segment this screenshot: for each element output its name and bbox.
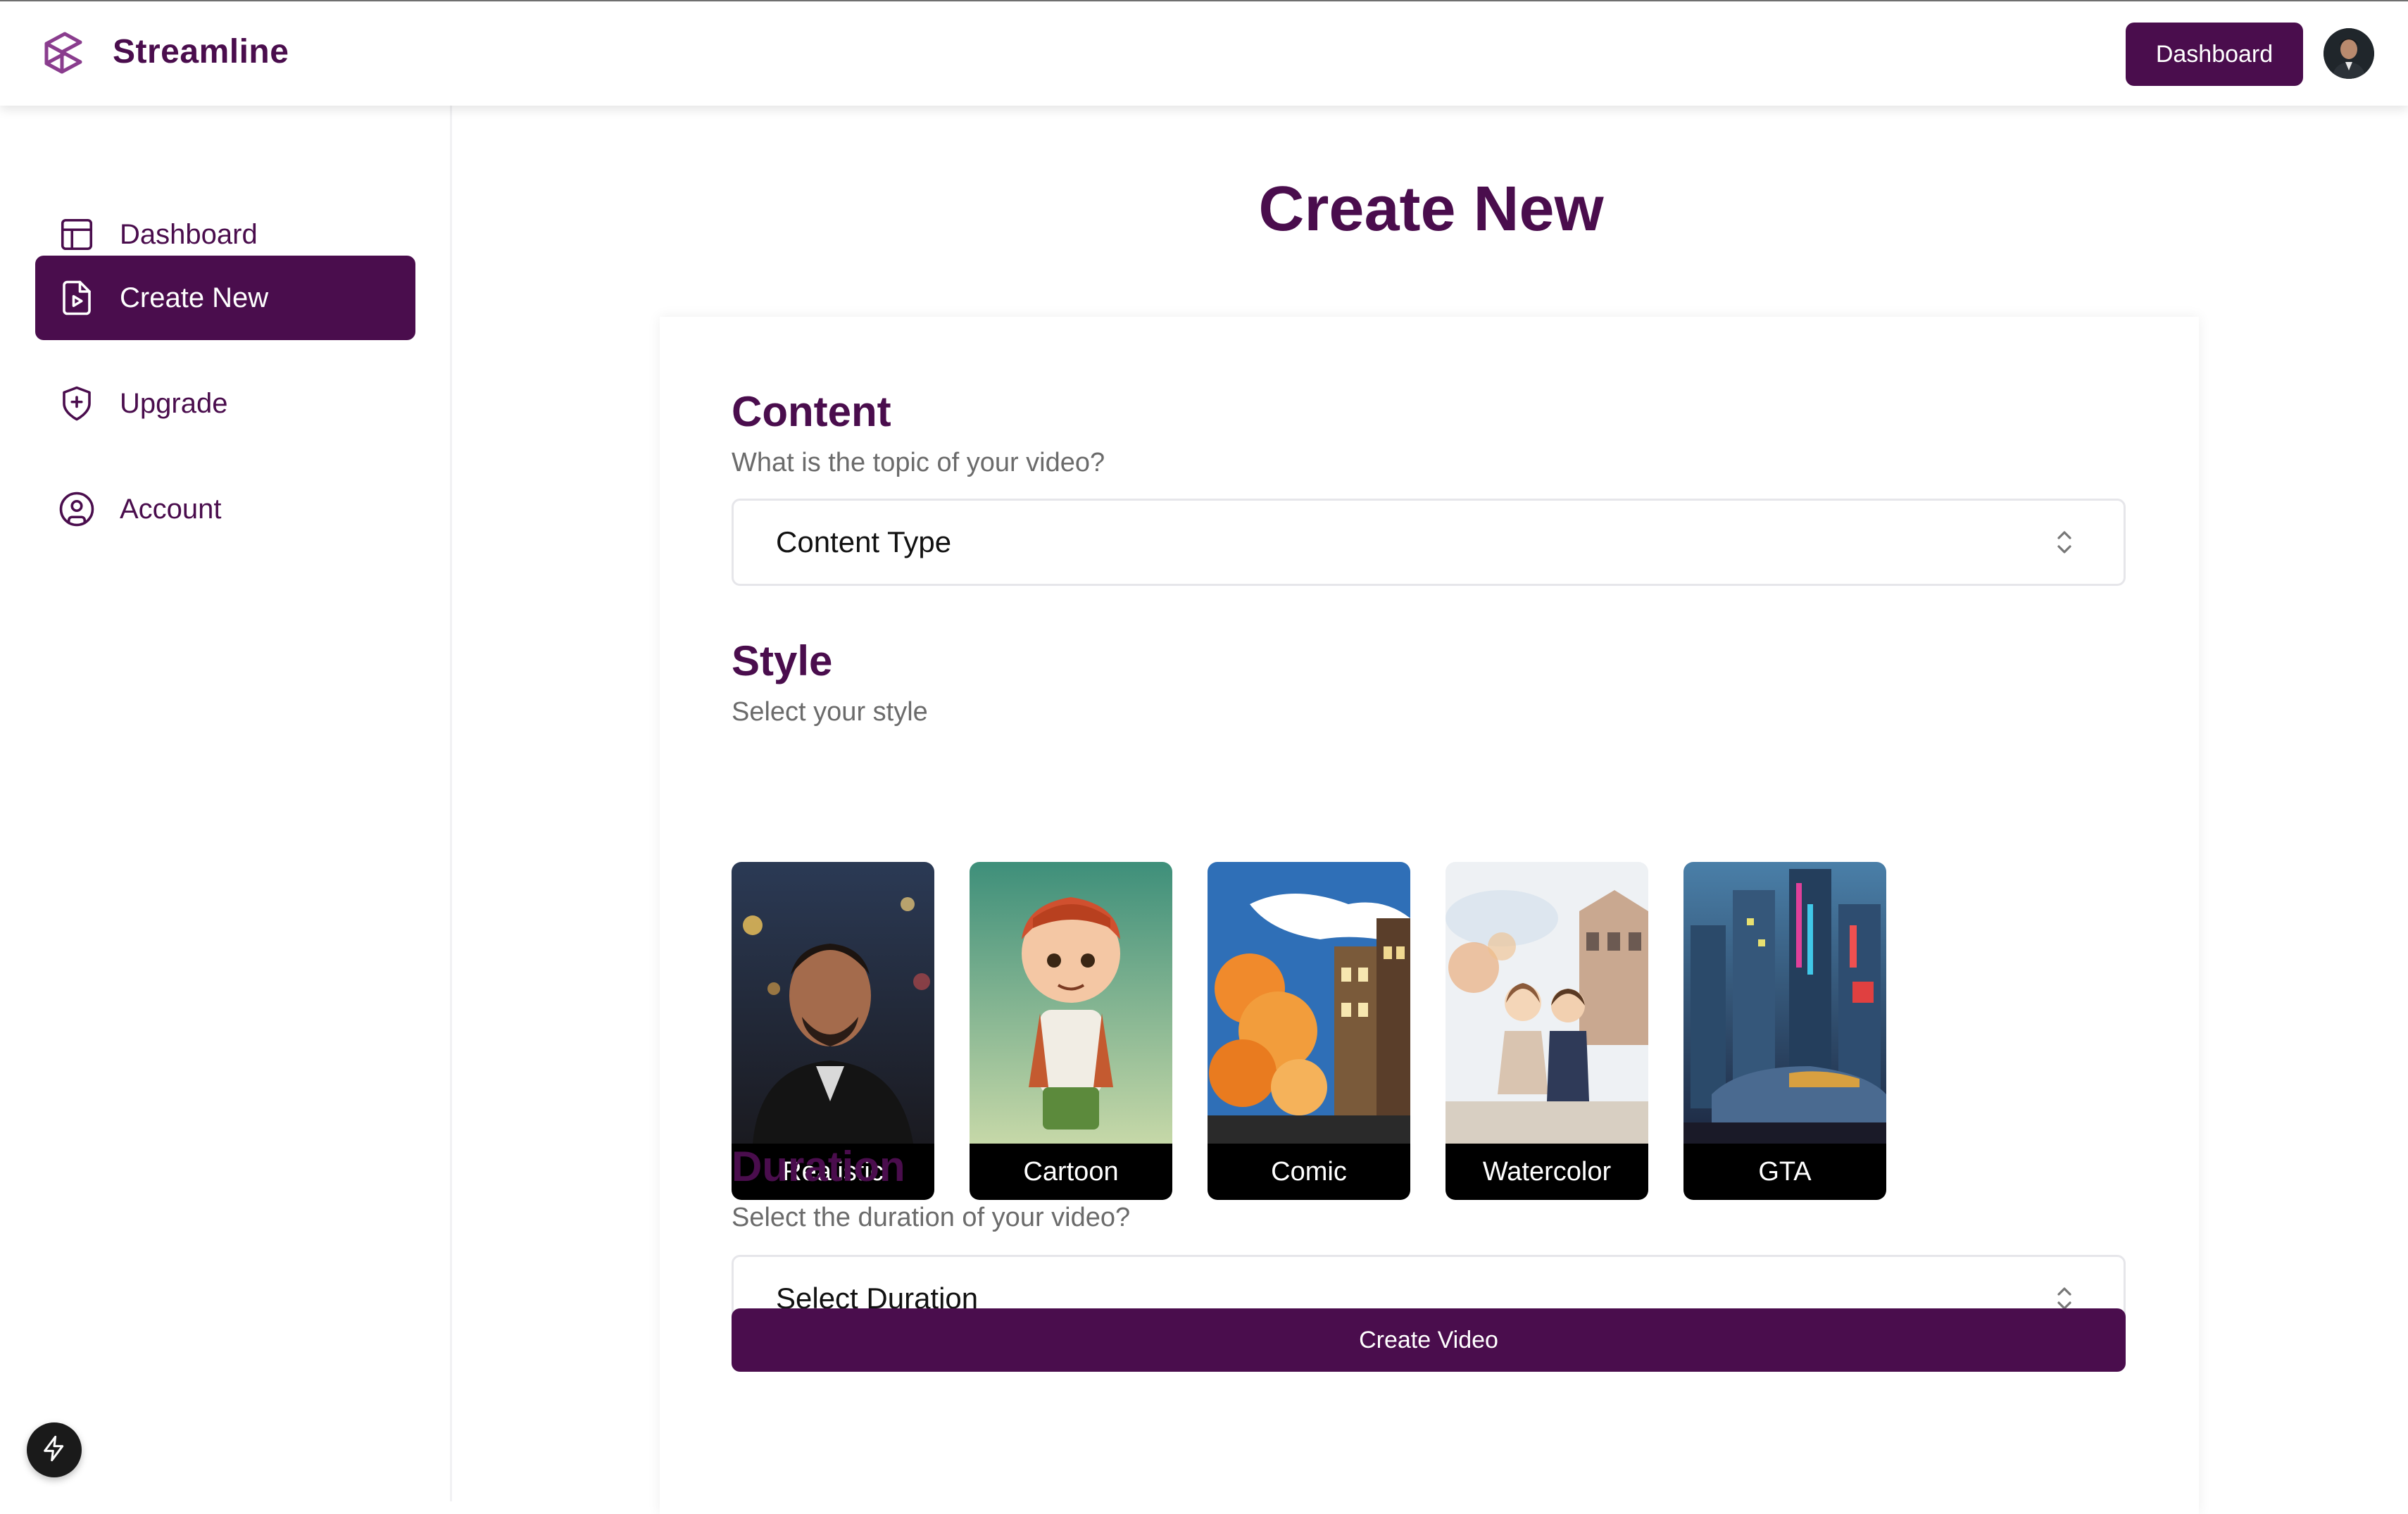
sidebar-item-label: Account (120, 493, 222, 525)
shield-plus-icon (56, 383, 97, 424)
cartoon-thumbnail (970, 862, 1172, 1144)
style-option-label: GTA (1683, 1144, 1886, 1200)
style-option-gta[interactable]: GTA (1683, 862, 1886, 1200)
content-heading: Content (732, 388, 891, 435)
brand-name[interactable]: Streamline (113, 32, 289, 71)
main-content: Create New Content What is the topic of … (454, 106, 2408, 1514)
duration-heading: Duration (732, 1143, 905, 1190)
create-video-button[interactable]: Create Video (732, 1308, 2126, 1372)
style-option-watercolor[interactable]: Watercolor (1446, 862, 1648, 1200)
realistic-thumbnail (732, 862, 934, 1144)
header-dashboard-button[interactable]: Dashboard (2126, 23, 2303, 86)
streamline-logo-icon[interactable] (38, 28, 89, 79)
gta-thumbnail (1683, 862, 1886, 1144)
create-form-card: Content What is the topic of your video?… (660, 317, 2199, 1514)
content-type-value: Content Type (776, 525, 952, 558)
chevron-up-down-icon (2055, 528, 2074, 556)
duration-subheading: Select the duration of your video? (732, 1203, 1131, 1232)
style-option-comic[interactable]: Comic (1208, 862, 1410, 1200)
sidebar-item-label: Create New (120, 282, 269, 313)
sidebar-item-account[interactable]: Account (35, 467, 415, 551)
user-avatar[interactable] (2324, 28, 2374, 79)
style-option-label: Cartoon (970, 1144, 1172, 1200)
style-subheading: Select your style (732, 697, 928, 727)
sidebar-item-create-new[interactable]: Create New (35, 256, 415, 340)
file-video-icon (56, 277, 97, 318)
style-option-label: Comic (1208, 1144, 1410, 1200)
page-title: Create New (1258, 174, 1604, 244)
sidebar-item-upgrade[interactable]: Upgrade (35, 361, 415, 446)
style-heading: Style (732, 637, 833, 684)
content-subheading: What is the topic of your video? (732, 448, 1105, 477)
layout-icon (56, 214, 97, 255)
user-circle-icon (56, 489, 97, 530)
style-option-cartoon[interactable]: Cartoon (970, 862, 1172, 1200)
comic-thumbnail (1208, 862, 1410, 1144)
sidebar-item-label: Upgrade (120, 387, 228, 419)
style-option-label: Watercolor (1446, 1144, 1648, 1200)
watercolor-thumbnail (1446, 862, 1648, 1144)
sidebar: Dashboard Create New Upgrade Account (0, 106, 452, 1501)
content-type-select[interactable]: Content Type (732, 499, 2126, 586)
sidebar-item-label: Dashboard (120, 218, 258, 250)
lightning-icon (40, 1434, 68, 1466)
bolt-action-button[interactable] (27, 1422, 82, 1477)
top-header: Streamline Dashboard (0, 0, 2408, 106)
